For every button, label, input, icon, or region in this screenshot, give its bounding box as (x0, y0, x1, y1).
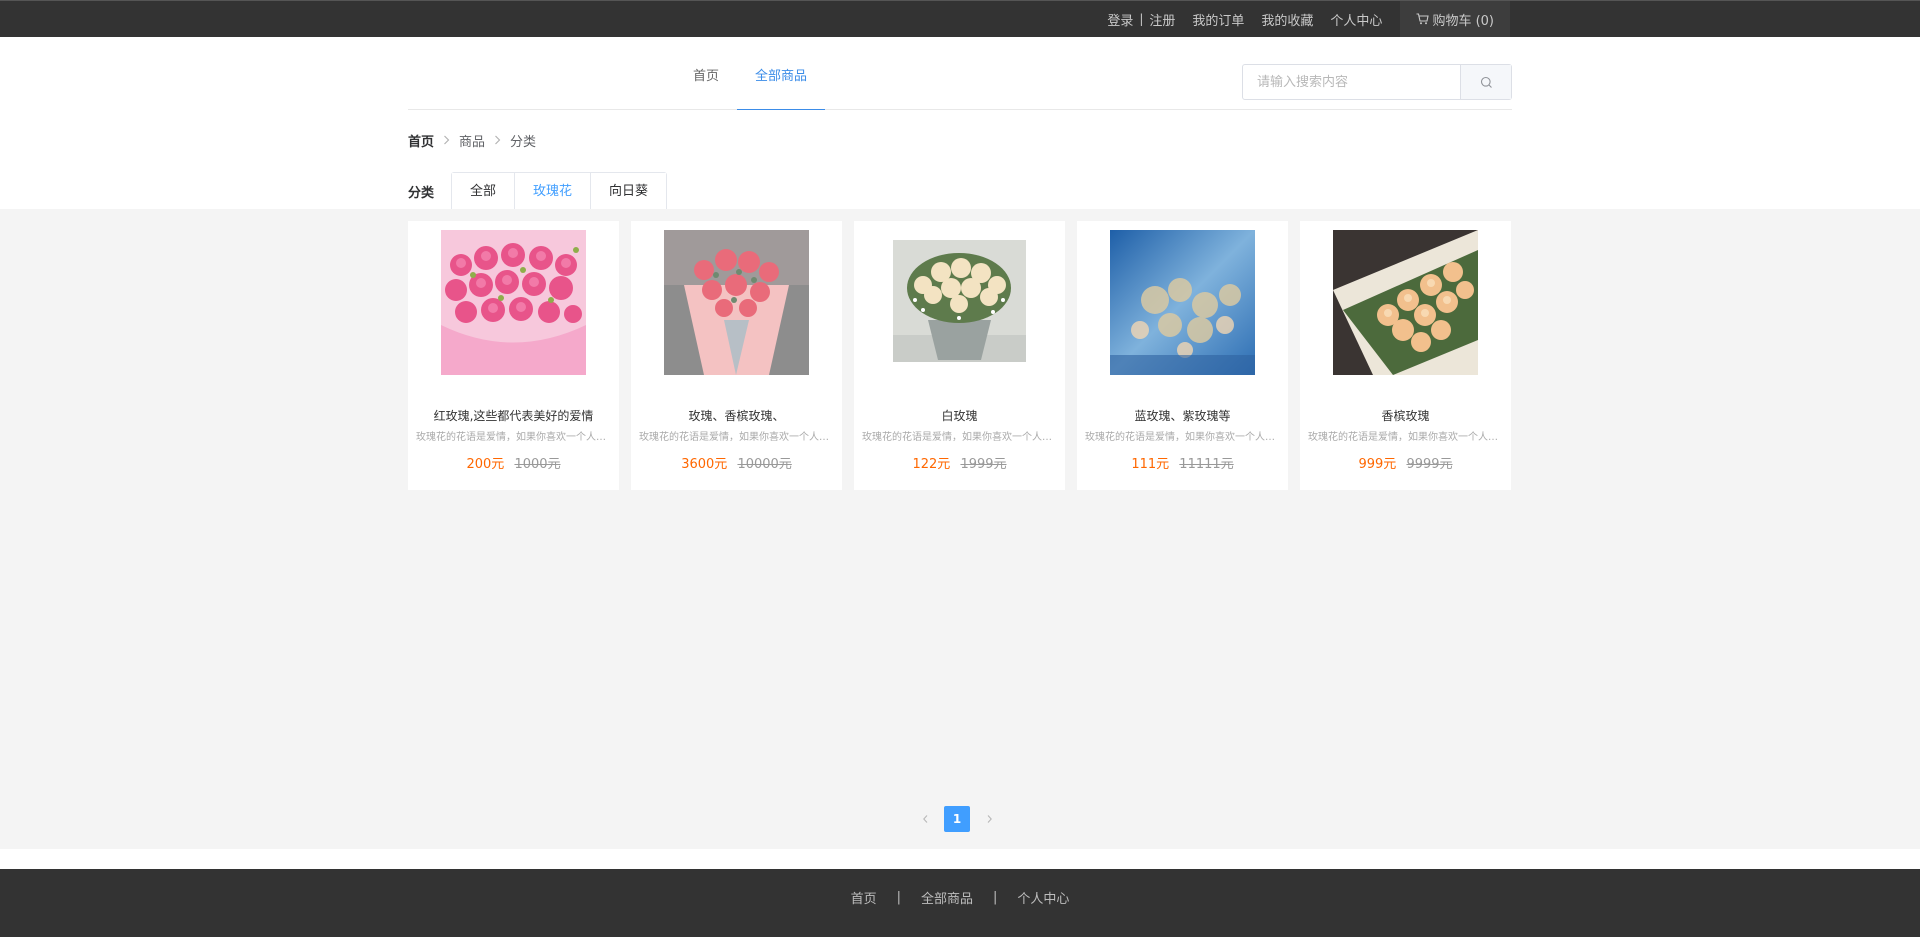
footer-separator: | (896, 889, 901, 905)
breadcrumb: 首页 商品 分类 (408, 130, 536, 150)
search-button[interactable] (1460, 65, 1511, 99)
register-link[interactable]: 注册 (1149, 10, 1175, 29)
footer: 首页 | 全部商品 | 个人中心 (0, 869, 1920, 937)
chevron-left-icon (922, 815, 927, 823)
cart-icon (1416, 13, 1430, 25)
footer-home-link[interactable]: 首页 (851, 888, 877, 907)
product-card[interactable]: 玫瑰、香槟玫瑰、 玫瑰花的花语是爱情，如果你喜欢一个人，就可以送她玫瑰花 360… (631, 221, 842, 490)
product-description: 玫瑰花的花语是爱情，如果你喜欢一个人，就可以送她玫瑰花 (1085, 432, 1280, 443)
product-image[interactable] (664, 230, 809, 375)
product-description: 玫瑰花的花语是爱情，如果你喜欢一个人，就可以送她玫瑰花 (416, 432, 611, 443)
search-input[interactable] (1243, 65, 1460, 99)
search-box (1242, 64, 1512, 100)
chevron-right-icon (987, 815, 992, 823)
main-content: 红玫瑰,这些都代表美好的爱情 玫瑰花的花语是爱情，如果你喜欢一个人，就可以送她玫… (0, 209, 1920, 849)
product-image[interactable] (893, 240, 1026, 362)
top-bar: 登录 | 注册 我的订单 我的收藏 个人中心 购物车 (0) (0, 0, 1920, 37)
tab-all[interactable]: 全部 (452, 173, 516, 210)
header: 首页 全部商品 (408, 37, 1512, 110)
my-orders-link[interactable]: 我的订单 (1192, 10, 1244, 29)
product-original-price: 11111元 (1179, 457, 1234, 472)
footer-user-center-link[interactable]: 个人中心 (1017, 888, 1069, 907)
product-original-price: 9999元 (1406, 457, 1453, 472)
product-price-row: 200元 1000元 (408, 453, 619, 472)
cart-label: 购物车 (0) (1432, 13, 1494, 29)
category-label: 分类 (408, 185, 435, 201)
breadcrumb-products[interactable]: 商品 (459, 131, 485, 150)
breadcrumb-category: 分类 (510, 134, 537, 150)
nav-all-products[interactable]: 全部商品 (737, 37, 826, 110)
chevron-right-icon (443, 135, 450, 145)
footer-links: 首页 | 全部商品 | 个人中心 (0, 869, 1920, 925)
main-nav: 首页 全部商品 (675, 37, 826, 110)
next-page-button[interactable] (974, 806, 1004, 832)
product-name[interactable]: 白玫瑰 (854, 407, 1065, 424)
product-original-price: 1999元 (960, 457, 1007, 472)
pagination: 1 (910, 806, 1004, 832)
product-image[interactable] (1110, 230, 1255, 375)
breadcrumb-home[interactable]: 首页 (408, 131, 434, 150)
product-card[interactable]: 白玫瑰 玫瑰花的花语是爱情，如果你喜欢一个人，就可以送她玫瑰花 122元 199… (854, 221, 1065, 490)
product-original-price: 10000元 (737, 457, 792, 472)
product-description: 玫瑰花的花语是爱情，如果你喜欢一个人，就可以送她玫瑰花 (862, 432, 1057, 443)
product-original-price: 1000元 (514, 457, 561, 472)
page-number[interactable]: 1 (944, 806, 970, 832)
product-price-row: 122元 1999元 (854, 453, 1065, 472)
product-name[interactable]: 香槟玫瑰 (1300, 407, 1511, 424)
chevron-right-icon (494, 135, 501, 145)
tab-rose[interactable]: 玫瑰花 (515, 173, 592, 210)
product-price: 122元 (912, 457, 951, 472)
product-price-row: 999元 9999元 (1300, 453, 1511, 472)
product-name[interactable]: 红玫瑰,这些都代表美好的爱情 (408, 407, 619, 424)
product-card[interactable]: 蓝玫瑰、紫玫瑰等 玫瑰花的花语是爱情，如果你喜欢一个人，就可以送她玫瑰花 111… (1077, 221, 1288, 490)
top-bar-links: 登录 | 注册 我的订单 我的收藏 个人中心 购物车 (0) (1107, 1, 1510, 37)
search-icon (1480, 76, 1492, 88)
product-description: 玫瑰花的花语是爱情，如果你喜欢一个人，就可以送她玫瑰花 (1308, 432, 1503, 443)
product-description: 玫瑰花的花语是爱情，如果你喜欢一个人，就可以送她玫瑰花 (639, 432, 834, 443)
tab-sunflower[interactable]: 向日葵 (591, 173, 667, 210)
product-card[interactable]: 香槟玫瑰 玫瑰花的花语是爱情，如果你喜欢一个人，就可以送她玫瑰花 999元 99… (1300, 221, 1511, 490)
product-price: 3600元 (681, 457, 728, 472)
user-center-link[interactable]: 个人中心 (1330, 10, 1382, 29)
my-favorites-link[interactable]: 我的收藏 (1261, 10, 1313, 29)
prev-page-button[interactable] (910, 806, 940, 832)
product-image[interactable] (441, 230, 586, 375)
category-filter: 分类 全部 玫瑰花 向日葵 (408, 172, 668, 210)
product-price: 999元 (1358, 457, 1397, 472)
cart-button[interactable]: 购物车 (0) (1400, 1, 1510, 37)
product-list: 红玫瑰,这些都代表美好的爱情 玫瑰花的花语是爱情，如果你喜欢一个人，就可以送她玫… (408, 221, 1511, 490)
product-name[interactable]: 蓝玫瑰、紫玫瑰等 (1077, 407, 1288, 424)
login-link[interactable]: 登录 (1107, 10, 1133, 29)
product-price: 111元 (1131, 457, 1170, 472)
nav-home[interactable]: 首页 (675, 37, 737, 110)
category-tabs: 全部 玫瑰花 向日葵 (451, 172, 668, 210)
product-card[interactable]: 红玫瑰,这些都代表美好的爱情 玫瑰花的花语是爱情，如果你喜欢一个人，就可以送她玫… (408, 221, 619, 490)
login-register: 登录 | 注册 (1107, 10, 1175, 29)
product-price: 200元 (466, 457, 505, 472)
top-separator: | (1139, 12, 1144, 26)
product-price-row: 111元 11111元 (1077, 453, 1288, 472)
product-name[interactable]: 玫瑰、香槟玫瑰、 (631, 407, 842, 424)
product-price-row: 3600元 10000元 (631, 453, 842, 472)
product-image[interactable] (1333, 230, 1478, 375)
footer-all-products-link[interactable]: 全部商品 (921, 888, 973, 907)
footer-separator: | (993, 889, 998, 905)
